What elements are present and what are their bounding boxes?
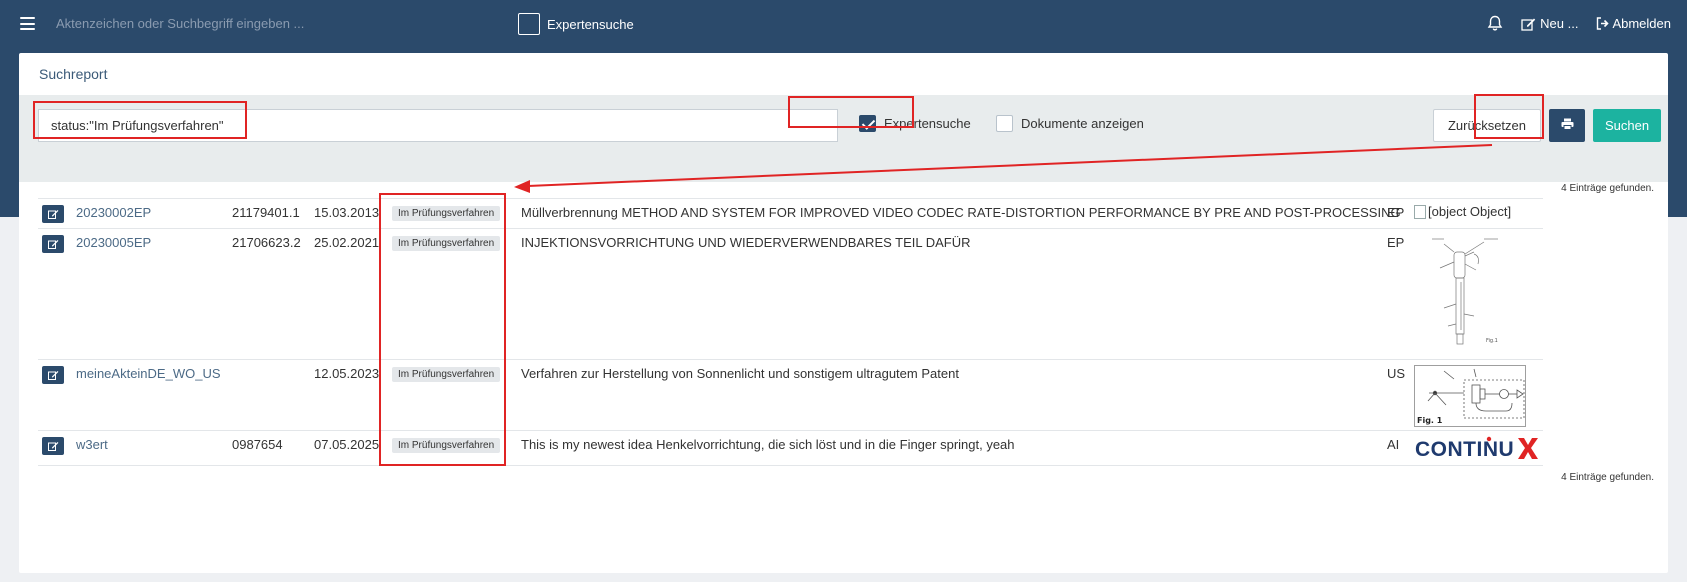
- edit-button[interactable]: [42, 366, 64, 384]
- top-expert-search-label: Expertensuche: [547, 16, 634, 32]
- print-icon: [1561, 118, 1574, 133]
- show-documents-checkbox[interactable]: [996, 115, 1013, 132]
- results-table: 20230002EP 21179401.1 15.03.2013 Im Prüf…: [38, 198, 1543, 466]
- broken-image-alt: [object Object]: [1428, 204, 1512, 219]
- edit-icon: [47, 207, 59, 222]
- show-documents-toggle[interactable]: Dokumente anzeigen: [996, 115, 1144, 132]
- table-row: w3ert 0987654 07.05.2025 Im Prüfungsverf…: [38, 430, 1543, 466]
- country-code: US: [1387, 366, 1406, 381]
- new-button[interactable]: Neu ...: [1521, 16, 1578, 31]
- logout-button[interactable]: Abmelden: [1596, 16, 1671, 31]
- continux-logo: CONTINU: [1414, 435, 1538, 464]
- file-name-link[interactable]: meineAkteinDE_WO_US: [76, 366, 221, 381]
- status-badge: Im Prüfungsverfahren: [392, 236, 501, 251]
- title-text: Verfahren zur Herstellung von Sonnenlich…: [521, 366, 959, 381]
- notifications-button[interactable]: [1487, 15, 1503, 32]
- status-badge: Im Prüfungsverfahren: [392, 206, 501, 221]
- file-name-link[interactable]: w3ert: [76, 437, 108, 452]
- country-code: EP: [1387, 235, 1405, 250]
- broken-image: [object Object]: [1414, 204, 1511, 219]
- figure-caption: Fig. 1: [1417, 416, 1443, 425]
- status-badge: Im Prüfungsverfahren: [392, 367, 501, 382]
- table-row: 20230002EP 21179401.1 15.03.2013 Im Prüf…: [38, 198, 1543, 228]
- search-button[interactable]: Suchen: [1593, 109, 1661, 142]
- top-expert-search-toggle[interactable]: Expertensuche: [518, 13, 634, 35]
- patent-drawing-thumbnail[interactable]: Fig. 1: [1414, 365, 1526, 430]
- filing-date: 12.05.2023: [314, 366, 380, 381]
- file-name-link[interactable]: 20230005EP: [76, 235, 151, 250]
- edit-icon: [47, 368, 59, 383]
- query-input[interactable]: [38, 109, 838, 142]
- country-code: EP: [1387, 205, 1405, 220]
- expert-search-label: Expertensuche: [884, 116, 971, 131]
- application-number: 21706623.2: [232, 235, 301, 250]
- application-number: 0987654: [232, 437, 283, 452]
- bell-icon: [1487, 15, 1503, 32]
- status-badge: Im Prüfungsverfahren: [392, 438, 501, 453]
- hamburger-menu-icon[interactable]: [20, 17, 35, 30]
- global-search-input[interactable]: [56, 16, 456, 31]
- filter-bar: Expertensuche Dokumente anzeigen Zurücks…: [19, 95, 1668, 182]
- page-title: Suchreport: [39, 66, 108, 82]
- broken-image-icon: [1414, 204, 1426, 219]
- application-number: 21179401.1: [232, 205, 300, 220]
- logout-label: Abmelden: [1612, 16, 1671, 31]
- filing-date: 15.03.2013: [314, 205, 380, 220]
- logout-icon: [1596, 17, 1610, 30]
- top-expert-search-checkbox[interactable]: [518, 13, 540, 35]
- svg-text:CONTINU: CONTINU: [1415, 438, 1514, 461]
- title-text: This is my newest idea Henkelvorrichtung…: [521, 437, 1015, 452]
- new-label: Neu ...: [1540, 16, 1579, 31]
- country-code: AI: [1387, 437, 1400, 452]
- table-row: 20230005EP 21706623.2 25.02.2021 Im Prüf…: [38, 228, 1543, 359]
- edit-icon: [47, 237, 59, 252]
- table-row: meineAkteinDE_WO_US 12.05.2023 Im Prüfun…: [38, 359, 1543, 430]
- result-count-bottom: 4 Einträge gefunden.: [1561, 472, 1654, 483]
- expert-search-toggle[interactable]: Expertensuche: [859, 115, 971, 132]
- svg-text:Fig.1: Fig.1: [1486, 338, 1498, 344]
- title-text: INJEKTIONSVORRICHTUNG UND WIEDERVERWENDB…: [521, 235, 971, 250]
- show-documents-label: Dokumente anzeigen: [1021, 116, 1144, 131]
- print-button[interactable]: [1549, 109, 1585, 142]
- expert-search-checkbox[interactable]: [859, 115, 876, 132]
- title-text: Müllverbrennung METHOD AND SYSTEM FOR IM…: [521, 205, 1401, 220]
- file-name-link[interactable]: 20230002EP: [76, 205, 151, 220]
- filing-date: 25.02.2021: [314, 235, 380, 250]
- filing-date: 07.05.2025: [314, 437, 380, 452]
- result-count-top: 4 Einträge gefunden.: [1561, 183, 1654, 194]
- patent-drawing-thumbnail[interactable]: Fig.1: [1414, 234, 1524, 355]
- edit-icon: [47, 439, 59, 454]
- edit-icon: [1521, 17, 1536, 31]
- edit-button[interactable]: [42, 235, 64, 253]
- edit-button[interactable]: [42, 205, 64, 223]
- edit-button[interactable]: [42, 437, 64, 455]
- reset-button[interactable]: Zurücksetzen: [1433, 109, 1541, 142]
